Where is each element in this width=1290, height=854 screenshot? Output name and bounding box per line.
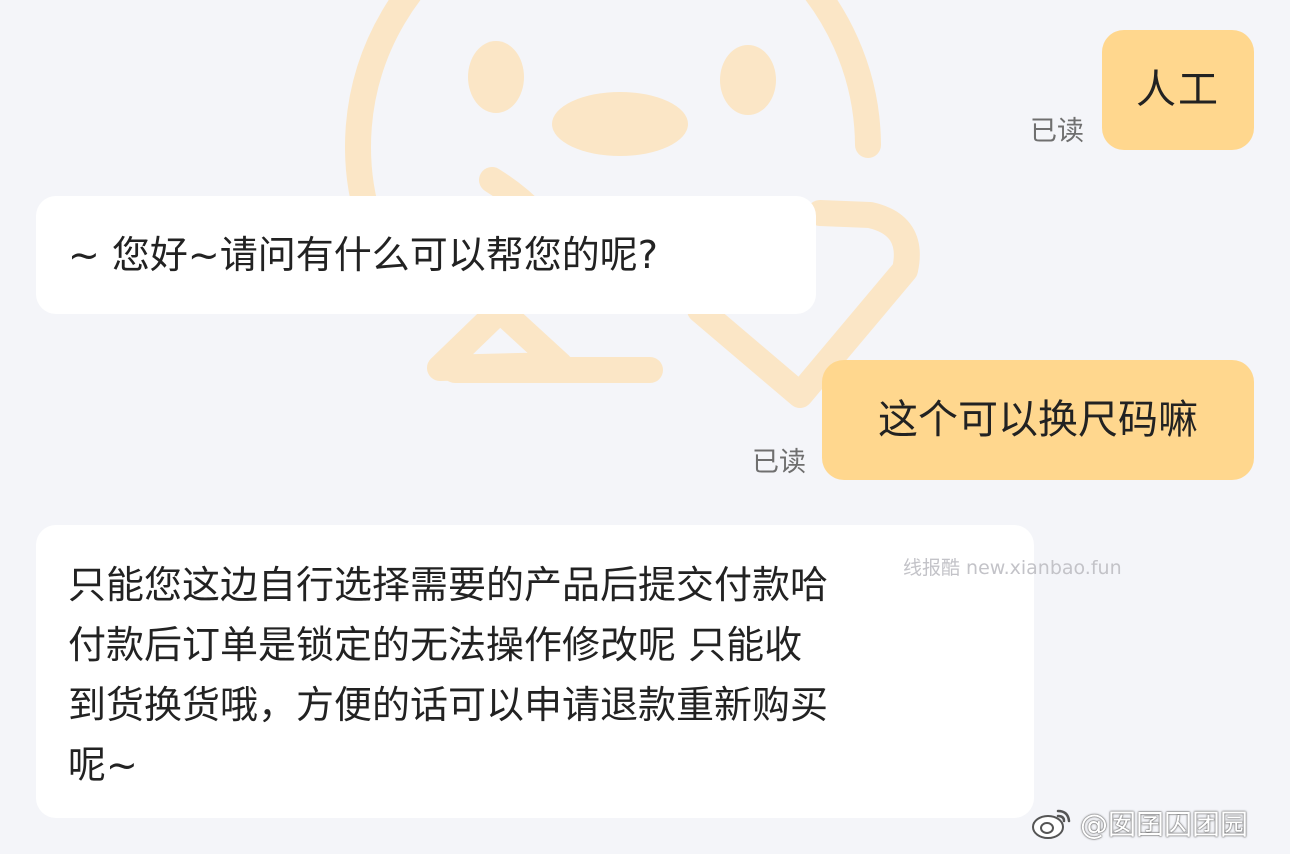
message-text-line: 到货换货哦，方便的话可以申请退款重新购买 [68, 683, 829, 727]
read-receipt: 已读 [1030, 116, 1084, 147]
outgoing-message-bubble[interactable]: 这个可以换尺码嘛 [822, 360, 1254, 480]
outgoing-message-bubble[interactable]: 人工 [1102, 30, 1254, 150]
message-text-line: 付款后订单是锁定的无法操作修改呢 只能收 [68, 623, 803, 667]
message-text: ~ 您好~请问有什么可以帮您的呢? [68, 233, 658, 277]
message-text-line: 只能您这边自行选择需要的产品后提交付款哈 [68, 563, 829, 607]
weibo-logo-icon [1032, 809, 1071, 839]
weibo-watermark: @囡囝囚团园 [1030, 803, 1248, 843]
read-receipt: 已读 [752, 447, 806, 478]
incoming-message-bubble[interactable]: ~ 您好~请问有什么可以帮您的呢? [36, 196, 816, 314]
message-text: 这个可以换尺码嘛 [878, 397, 1198, 443]
message-text: 人工 [1136, 67, 1220, 113]
site-watermark: 线报酷 new.xianbao.fun [903, 557, 1122, 579]
weibo-handle: @囡囝囚团园 [1080, 808, 1249, 841]
incoming-message-bubble[interactable]: 只能您这边自行选择需要的产品后提交付款哈 付款后订单是锁定的无法操作修改呢 只能… [36, 525, 1034, 818]
message-text-line: 呢~ [68, 743, 138, 787]
